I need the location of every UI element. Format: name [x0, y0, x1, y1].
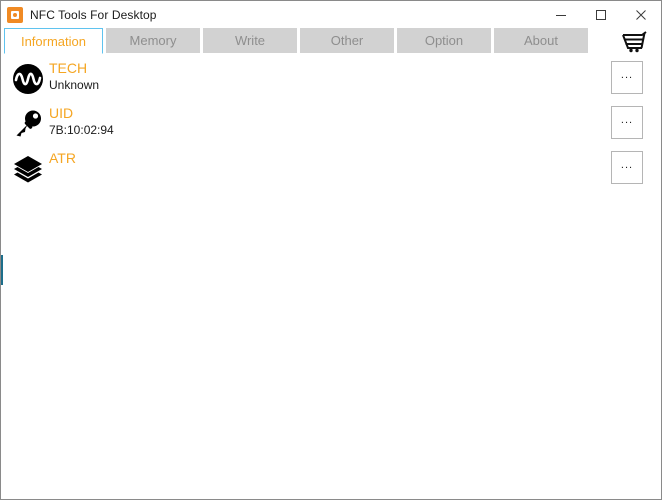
info-title: ATR: [49, 150, 76, 166]
info-value: Unknown: [49, 78, 100, 92]
tab-option[interactable]: Option: [397, 28, 491, 53]
tab-label: Option: [424, 33, 464, 48]
info-title: UID: [49, 105, 74, 121]
info-row-atr: ATR: [1, 149, 661, 194]
window-title: NFC Tools For Desktop: [30, 7, 157, 22]
tab-label: Information: [20, 33, 87, 49]
tab-label: About: [524, 33, 558, 48]
layers-icon: [11, 152, 45, 186]
close-icon[interactable]: [621, 1, 661, 28]
uid-details-button[interactable]: ...: [611, 106, 643, 139]
info-row-text: UID 7B:10:02:94: [49, 104, 114, 139]
tab-label: Other: [330, 33, 364, 48]
tab-memory[interactable]: Memory: [106, 28, 200, 53]
ellipsis-icon: ...: [620, 158, 634, 171]
title-bar: NFC Tools For Desktop: [1, 1, 661, 28]
information-panel: TECH Unknown ... UID 7B:10:02:94 ... ATR…: [1, 55, 661, 499]
left-edge-accent: [1, 255, 3, 285]
info-value: 7B:10:02:94: [49, 123, 114, 137]
tab-write[interactable]: Write: [203, 28, 297, 53]
nfc-wave-icon: [11, 62, 45, 96]
key-icon: [11, 107, 45, 141]
window-controls: [541, 1, 661, 28]
tab-bar: Information Memory Write Other Option Ab…: [1, 28, 661, 55]
minimize-icon[interactable]: [541, 1, 581, 28]
tab-label: Write: [234, 33, 266, 48]
app-window: NFC Tools For Desktop Information Memory…: [0, 0, 662, 500]
tab-information[interactable]: Information: [4, 28, 103, 54]
info-title: TECH: [49, 60, 88, 76]
info-row-tech: TECH Unknown: [1, 59, 661, 104]
shopping-cart-icon[interactable]: [619, 29, 653, 55]
tech-details-button[interactable]: ...: [611, 61, 643, 94]
info-row-text: TECH Unknown: [49, 59, 99, 94]
ellipsis-icon: ...: [620, 113, 634, 126]
atr-details-button[interactable]: ...: [611, 151, 643, 184]
ellipsis-icon: ...: [620, 68, 634, 81]
maximize-icon[interactable]: [581, 1, 621, 28]
tab-other[interactable]: Other: [300, 28, 394, 53]
info-row-text: ATR: [49, 149, 76, 167]
tab-about[interactable]: About: [494, 28, 588, 53]
tab-label: Memory: [129, 33, 177, 48]
info-row-uid: UID 7B:10:02:94: [1, 104, 661, 149]
nfc-app-icon: [7, 6, 23, 23]
